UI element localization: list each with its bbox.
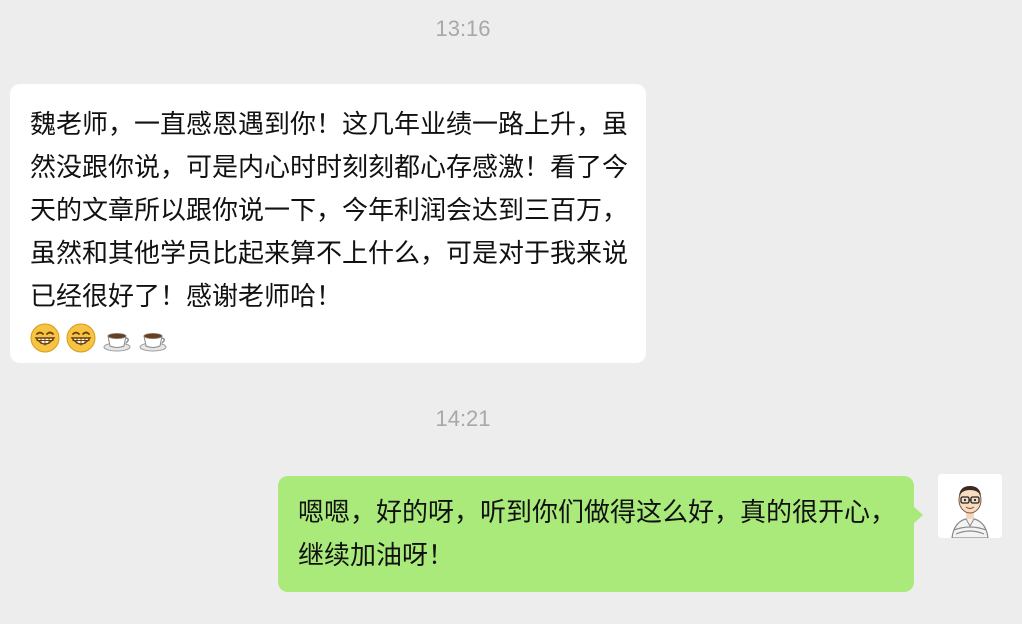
- grin-emoji-icon: [66, 323, 96, 353]
- outgoing-message-bubble[interactable]: 嗯嗯，好的呀，听到你们做得这么好，真的很开心，继续加油呀！: [278, 476, 923, 592]
- incoming-message-bubble[interactable]: 魏老师，一直感恩遇到你！这几年业绩一路上升，虽然没跟你说，可是内心时时刻刻都心存…: [10, 84, 646, 363]
- coffee-emoji-icon: [103, 332, 131, 352]
- grin-emoji-icon: [30, 323, 60, 353]
- outgoing-message-text: 嗯嗯，好的呀，听到你们做得这么好，真的很开心，继续加油呀！: [298, 498, 897, 571]
- user-avatar[interactable]: [938, 474, 1002, 538]
- timestamp-2: 14:21: [435, 406, 491, 431]
- teacher-avatar-icon: [938, 474, 1002, 538]
- incoming-message-text: 魏老师，一直感恩遇到你！这几年业绩一路上升，虽然没跟你说，可是内心时时刻刻都心存…: [30, 110, 629, 312]
- emoji-row: [30, 321, 630, 355]
- timestamp-1: 13:16: [435, 16, 491, 41]
- coffee-emoji-icon: [139, 332, 167, 352]
